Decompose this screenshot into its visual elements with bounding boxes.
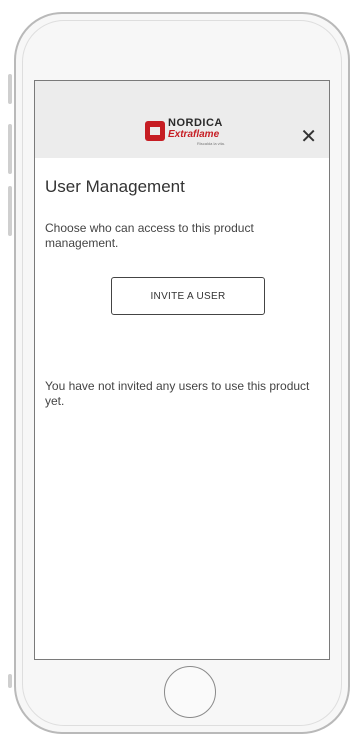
volume-down-button (8, 186, 12, 236)
home-button[interactable] (164, 666, 216, 718)
volume-up-button (8, 124, 12, 174)
close-icon[interactable]: ✕ (300, 127, 317, 147)
logo-brand-sub: Extraflame (168, 129, 220, 140)
brand-logo: NORDICA Extraflame Riscalda la vita. (145, 117, 231, 155)
page-description: Choose who can access to this product ma… (45, 221, 254, 250)
app-screen: NORDICA Extraflame Riscalda la vita. ✕ U… (34, 80, 330, 660)
mute-switch (8, 74, 12, 104)
logo-brand-top: NORDICA (168, 117, 223, 129)
side-button (8, 674, 12, 688)
logo-tagline: Riscalda la vita. (197, 141, 226, 146)
page-title: User Management (45, 177, 185, 196)
invite-user-button[interactable]: INVITE A USER (111, 277, 265, 315)
logo-mark-icon (145, 121, 165, 141)
empty-state-message: You have not invited any users to use th… (45, 379, 310, 408)
app-header: NORDICA Extraflame Riscalda la vita. ✕ (35, 81, 329, 158)
